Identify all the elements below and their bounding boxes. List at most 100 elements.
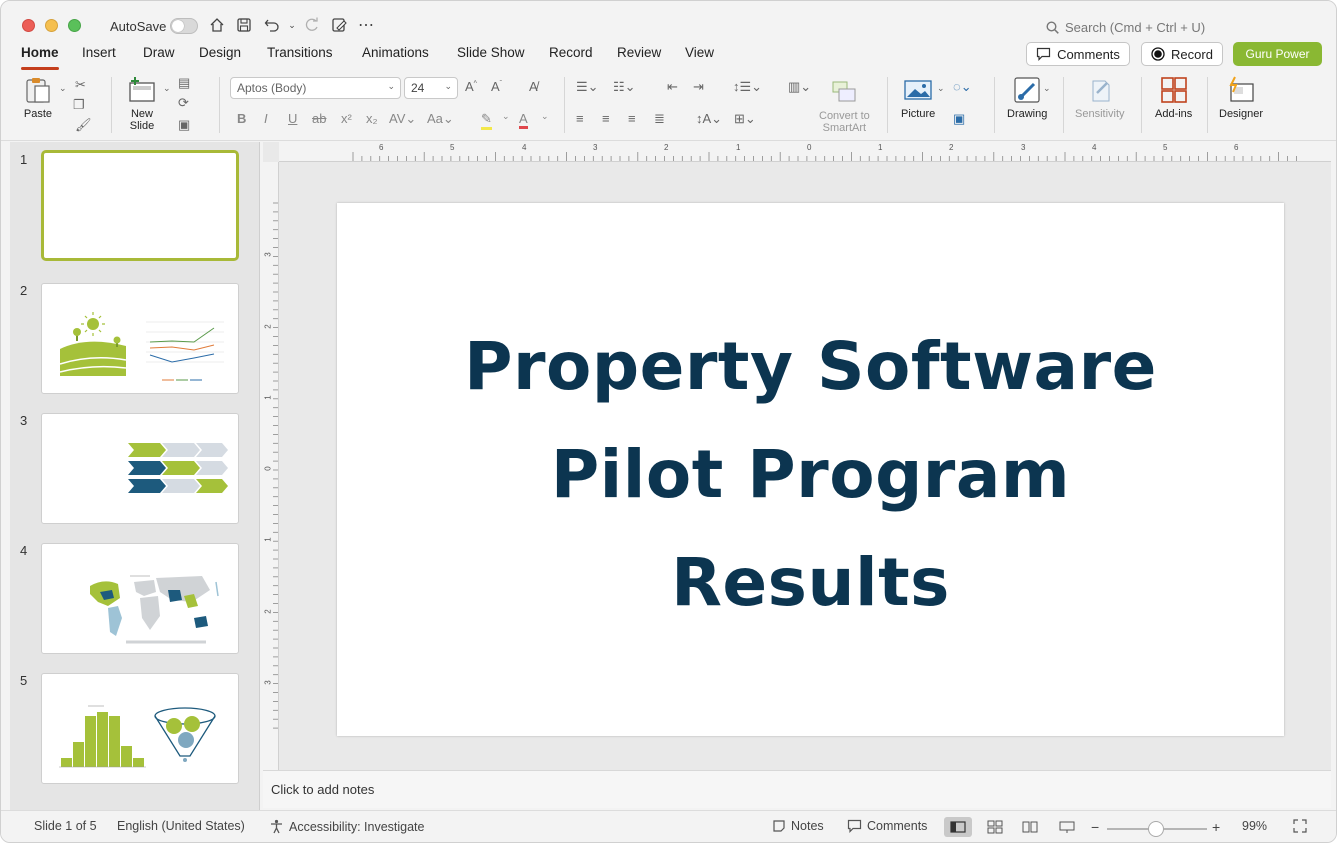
- align-center-icon[interactable]: ≡: [602, 111, 610, 126]
- slide-title[interactable]: Property Software Pilot Program Results: [397, 313, 1224, 637]
- drawing-chevron-icon[interactable]: ⌄: [1043, 83, 1051, 94]
- add-ins-button[interactable]: Add-ins: [1155, 75, 1192, 120]
- sensitivity-button[interactable]: Sensitivity: [1075, 75, 1125, 120]
- shapes-icon[interactable]: ◌⌄: [953, 79, 972, 95]
- reset-slide-icon[interactable]: ⟳: [178, 95, 189, 111]
- section-icon[interactable]: ▣: [178, 117, 190, 133]
- minimize-window-button[interactable]: [45, 19, 58, 32]
- new-slide-label-line2: Slide: [129, 120, 155, 132]
- comments-button[interactable]: Comments: [1026, 42, 1130, 66]
- drawing-button[interactable]: Drawing: [1007, 75, 1047, 120]
- tab-animations[interactable]: Animations: [362, 45, 429, 67]
- slide-sorter-view-button[interactable]: [981, 817, 1009, 837]
- slide-show-view-button[interactable]: [1053, 817, 1081, 837]
- undo-dropdown-chevron-icon[interactable]: ⌄: [283, 16, 301, 34]
- change-case-icon[interactable]: Aa⌄: [427, 111, 454, 127]
- slide-thumbnail-2[interactable]: [41, 283, 239, 394]
- highlight-chevron-icon[interactable]: ⌄: [502, 111, 510, 122]
- convert-to-smartart-button[interactable]: Convert to SmartArt: [819, 77, 870, 134]
- line-spacing-icon[interactable]: ↕☰⌄: [733, 79, 762, 95]
- notes-toggle-button[interactable]: Notes: [772, 819, 824, 833]
- tab-design[interactable]: Design: [199, 45, 241, 67]
- reading-view-button[interactable]: [1016, 817, 1044, 837]
- strikethrough-icon[interactable]: ab: [312, 111, 326, 126]
- new-slide-icon: [127, 75, 157, 105]
- text-direction-icon[interactable]: ↕A⌄: [696, 111, 722, 127]
- fit-to-window-icon[interactable]: [1293, 819, 1307, 833]
- italic-icon[interactable]: I: [264, 111, 268, 126]
- guru-power-button[interactable]: Guru Power: [1233, 42, 1322, 66]
- tab-draw[interactable]: Draw: [143, 45, 175, 67]
- highlight-color-icon[interactable]: ✎: [481, 111, 492, 130]
- increase-indent-icon[interactable]: ⇥: [693, 79, 704, 95]
- new-slide-chevron-icon[interactable]: ⌄: [163, 83, 171, 94]
- redo-icon[interactable]: [303, 16, 321, 34]
- zoom-level[interactable]: 99%: [1242, 819, 1267, 833]
- bullets-icon[interactable]: ☰⌄: [576, 79, 599, 95]
- new-slide-button[interactable]: New Slide: [127, 75, 157, 132]
- zoom-out-icon[interactable]: −: [1091, 819, 1099, 835]
- font-color-icon[interactable]: A: [519, 111, 528, 129]
- slide-thumbnail-3[interactable]: [41, 413, 239, 524]
- designer-label: Designer: [1219, 108, 1264, 120]
- font-name-select[interactable]: Aptos (Body) ⌄: [230, 77, 401, 99]
- slide-canvas[interactable]: Property Software Pilot Program Results: [337, 203, 1284, 736]
- normal-view-button[interactable]: [944, 817, 972, 837]
- increase-font-size-icon[interactable]: A^: [465, 79, 477, 94]
- picture-chevron-icon[interactable]: ⌄: [937, 83, 945, 94]
- decrease-font-size-icon[interactable]: Aˇ: [491, 79, 502, 94]
- language-indicator[interactable]: English (United States): [117, 819, 245, 833]
- tab-insert[interactable]: Insert: [82, 45, 116, 67]
- slide-thumbnail-1[interactable]: [41, 150, 239, 261]
- superscript-icon[interactable]: x²: [341, 111, 352, 126]
- tab-record[interactable]: Record: [549, 45, 593, 67]
- search-box[interactable]: Search (Cmd + Ctrl + U): [1046, 16, 1296, 38]
- tab-slide-show[interactable]: Slide Show: [457, 45, 525, 67]
- tab-transitions[interactable]: Transitions: [267, 45, 333, 67]
- numbering-icon[interactable]: ☷⌄: [613, 79, 636, 95]
- slide-thumbnail-pane[interactable]: 1 2 3 4 5: [10, 142, 260, 810]
- format-painter-icon[interactable]: 🖌: [75, 117, 92, 133]
- tab-review[interactable]: Review: [617, 45, 661, 67]
- layout-icon[interactable]: ▤: [178, 75, 190, 91]
- columns-icon[interactable]: ▥⌄: [788, 79, 811, 95]
- copy-icon[interactable]: ❐: [73, 97, 85, 113]
- close-window-button[interactable]: [22, 19, 35, 32]
- align-right-icon[interactable]: ≡: [628, 111, 636, 126]
- text-box-icon[interactable]: ▣: [953, 111, 965, 127]
- picture-label: Picture: [901, 108, 936, 120]
- font-size-select[interactable]: 24 ⌄: [404, 77, 458, 99]
- home-icon[interactable]: [208, 16, 226, 34]
- tab-home[interactable]: Home: [21, 45, 59, 70]
- underline-icon[interactable]: U: [288, 111, 297, 126]
- maximize-window-button[interactable]: [68, 19, 81, 32]
- zoom-in-icon[interactable]: +: [1212, 819, 1220, 835]
- font-color-chevron-icon[interactable]: ⌄: [541, 111, 549, 122]
- bold-icon[interactable]: B: [237, 111, 246, 126]
- cut-icon[interactable]: ✂: [75, 77, 86, 93]
- undo-icon[interactable]: [263, 16, 281, 34]
- paste-button[interactable]: Paste: [23, 75, 53, 120]
- tab-view[interactable]: View: [685, 45, 714, 67]
- autosave-toggle[interactable]: [170, 18, 198, 34]
- designer-button[interactable]: Designer: [1219, 75, 1263, 120]
- align-left-icon[interactable]: ≡: [576, 111, 584, 126]
- justify-icon[interactable]: ≣: [654, 111, 665, 127]
- save-as-icon[interactable]: [330, 16, 348, 34]
- zoom-slider-handle[interactable]: [1148, 821, 1164, 837]
- clear-formatting-icon[interactable]: A̸: [529, 79, 538, 94]
- picture-button[interactable]: Picture: [901, 75, 935, 120]
- slide-thumbnail-5[interactable]: [41, 673, 239, 784]
- accessibility-button[interactable]: Accessibility: Investigate: [269, 819, 424, 834]
- subscript-icon[interactable]: x₂: [366, 111, 378, 126]
- decrease-indent-icon[interactable]: ⇤: [667, 79, 678, 95]
- record-button[interactable]: Record: [1141, 42, 1223, 66]
- paste-dropdown-chevron-icon[interactable]: ⌄: [59, 83, 67, 94]
- more-options-icon[interactable]: ⋯: [357, 16, 375, 34]
- character-spacing-icon[interactable]: AV⌄: [389, 111, 416, 127]
- slide-thumbnail-4[interactable]: [41, 543, 239, 654]
- save-icon[interactable]: [235, 16, 253, 34]
- align-text-icon[interactable]: ⊞⌄: [734, 111, 756, 127]
- notes-pane[interactable]: Click to add notes: [263, 770, 1331, 808]
- comments-toggle-button[interactable]: Comments: [847, 819, 927, 833]
